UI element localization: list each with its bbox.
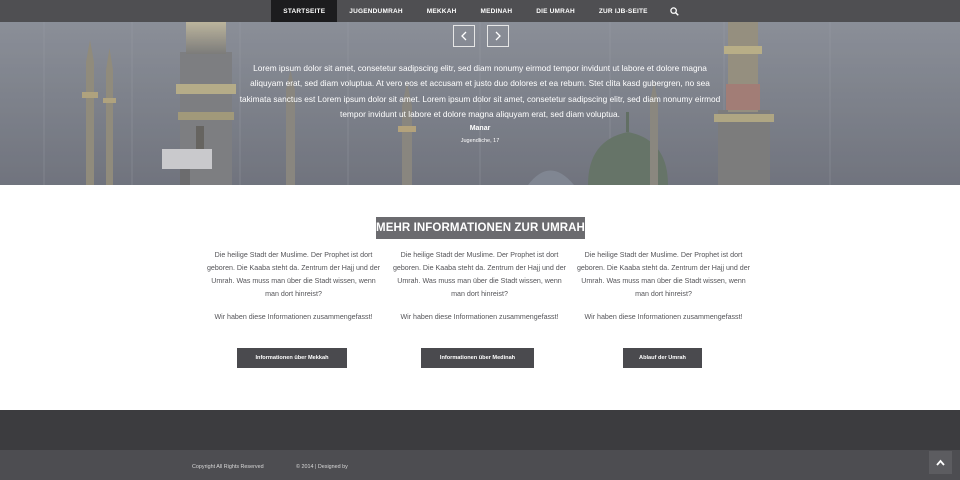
copyright-text: Copyright All Rights Reserved — [192, 464, 264, 470]
info-description: Die heilige Stadt der Muslime. Der Proph… — [576, 251, 751, 298]
nav-item-startseite[interactable]: STARTSEITE — [271, 0, 338, 22]
back-to-top-button[interactable] — [929, 451, 952, 474]
testimonial-quote: Lorem ipsum dolor sit amet, consetetur s… — [239, 63, 721, 119]
umrah-process-button[interactable]: Ablauf der Umrah — [623, 348, 702, 368]
slider-prev-button[interactable] — [453, 25, 475, 47]
medinah-info-button[interactable]: Informationen über Medinah — [421, 348, 534, 368]
nav-item-jugendumrah[interactable]: JUGENDUMRAH — [337, 0, 414, 22]
info-note: Wir haben diese Informationen zusammenge… — [400, 313, 559, 321]
search-icon[interactable] — [660, 0, 689, 22]
section-title: MEHR INFORMATIONEN ZUR UMRAH — [376, 217, 585, 239]
info-note: Wir haben diese Informationen zusammenge… — [584, 313, 743, 321]
hero-slider: Lorem ipsum dolor sit amet, consetetur s… — [0, 22, 960, 185]
chevron-up-icon — [936, 459, 945, 466]
chevron-left-icon — [461, 31, 467, 41]
info-description: Die heilige Stadt der Muslime. Der Proph… — [206, 251, 381, 298]
nav-item-mekkah[interactable]: MEKKAH — [415, 0, 469, 22]
slider-next-button[interactable] — [487, 25, 509, 47]
footer-bar — [0, 450, 960, 480]
info-column-medinah: Die heilige Stadt der Muslime. Der Proph… — [392, 249, 567, 324]
testimonial-author: Manar — [469, 125, 491, 132]
mekkah-info-button[interactable]: Informationen über Mekkah — [237, 348, 347, 368]
chevron-right-icon — [495, 31, 501, 41]
designed-by-text: © 2014 | Designed by — [296, 464, 348, 470]
nav-item-ijb-seite[interactable]: ZUR IJB-SEITE — [587, 0, 660, 22]
main-navigation: STARTSEITE JUGENDUMRAH MEKKAH MEDINAH DI… — [0, 0, 960, 22]
testimonial-author-role: Jugendliche, 17 — [460, 138, 500, 144]
info-column-umrah: Die heilige Stadt der Muslime. Der Proph… — [576, 249, 751, 324]
info-description: Die heilige Stadt der Muslime. Der Proph… — [392, 251, 567, 298]
info-column-mekkah: Die heilige Stadt der Muslime. Der Proph… — [206, 249, 381, 324]
nav-item-die-umrah[interactable]: DIE UMRAH — [524, 0, 587, 22]
info-note: Wir haben diese Informationen zusammenge… — [214, 313, 373, 321]
nav-menu: STARTSEITE JUGENDUMRAH MEKKAH MEDINAH DI… — [271, 0, 659, 22]
footer-widget-area — [0, 410, 960, 450]
nav-item-medinah[interactable]: MEDINAH — [468, 0, 524, 22]
